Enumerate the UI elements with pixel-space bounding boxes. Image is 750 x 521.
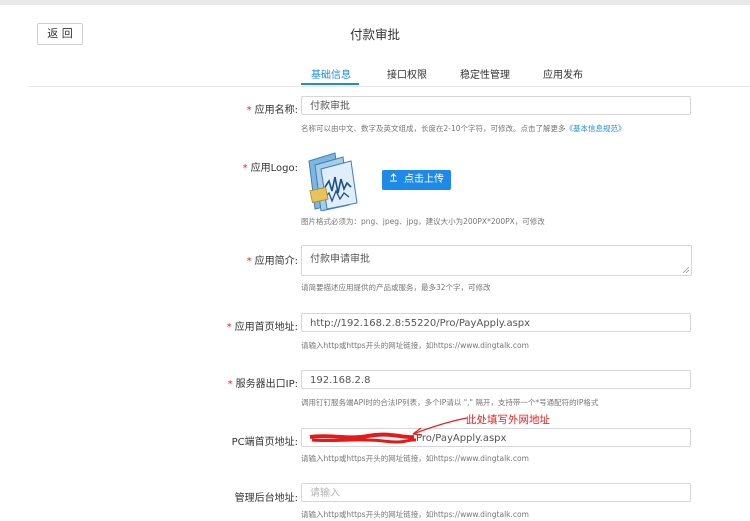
app-logo-hint: 图片格式必须为：png、jpeg、jpg，建议大小为200PX*200PX，可修… — [301, 217, 545, 226]
tab-stability[interactable]: 稳定性管理 — [460, 66, 510, 81]
app-intro-label: * 应用简介: — [246, 256, 298, 267]
resize-handle-icon[interactable] — [683, 267, 689, 273]
tab-api-permissions[interactable]: 接口权限 — [387, 66, 427, 81]
home-url-hint: 请输入http或https开头的网址链接，如https://www.dingta… — [301, 341, 529, 350]
annotation-text: 此处填写外网地址 — [466, 414, 550, 426]
pc-home-url-input[interactable]: Pro/PayApply.aspx — [301, 428, 691, 447]
active-tab-indicator — [301, 83, 359, 85]
admin-url-input[interactable]: 请输入 — [301, 483, 691, 502]
annotation-arrow-icon — [412, 417, 468, 436]
guideline-link[interactable]: 《基本信息规范》 — [566, 124, 626, 133]
pc-home-url-label: PC端首页地址: — [231, 437, 298, 448]
page-title: 付款审批 — [349, 27, 400, 42]
app-name-label: * 应用名称: — [246, 105, 298, 116]
admin-url-hint: 请输入http或https开头的网址链接，如https://www.dingta… — [301, 510, 529, 519]
home-url-label: * 应用首页地址: — [226, 322, 298, 333]
tab-app-publish[interactable]: 应用发布 — [543, 66, 583, 81]
tab-basic-info[interactable]: 基础信息 — [311, 66, 351, 81]
app-name-input[interactable]: 付款审批 — [301, 96, 691, 115]
home-url-input[interactable]: http://192.168.2.8:55220/Pro/PayApply.as… — [301, 313, 691, 332]
admin-url-label: 管理后台地址: — [234, 493, 298, 504]
redaction-scribble — [309, 432, 417, 444]
app-intro-hint: 请简要描述应用提供的产品或服务，最多32个字，可修改 — [301, 283, 491, 292]
app-name-hint: 名称可以由中文、数字及英文组成，长度在2-10个字符，可修改。点击了解更多《基本… — [301, 124, 626, 133]
top-strip — [0, 0, 750, 5]
tabs-divider — [28, 86, 750, 87]
app-intro-textarea[interactable]: 付款申请审批 — [301, 245, 692, 276]
app-logo-image — [308, 152, 358, 211]
app-logo-label: * 应用Logo: — [242, 163, 298, 174]
pc-home-url-hint: 请输入http或https开头的网址链接，如https://www.dingta… — [301, 454, 529, 463]
upload-button[interactable]: 点击上传 — [382, 170, 451, 190]
server-ip-input[interactable]: 192.168.2.8 — [301, 370, 691, 389]
server-ip-hint: 调用钉钉服务端API时的合法IP列表，多个IP请以 "," 隔开，支持带一个*号… — [301, 398, 599, 407]
server-ip-label: * 服务器出口IP: — [227, 379, 298, 390]
upload-icon — [389, 170, 398, 190]
